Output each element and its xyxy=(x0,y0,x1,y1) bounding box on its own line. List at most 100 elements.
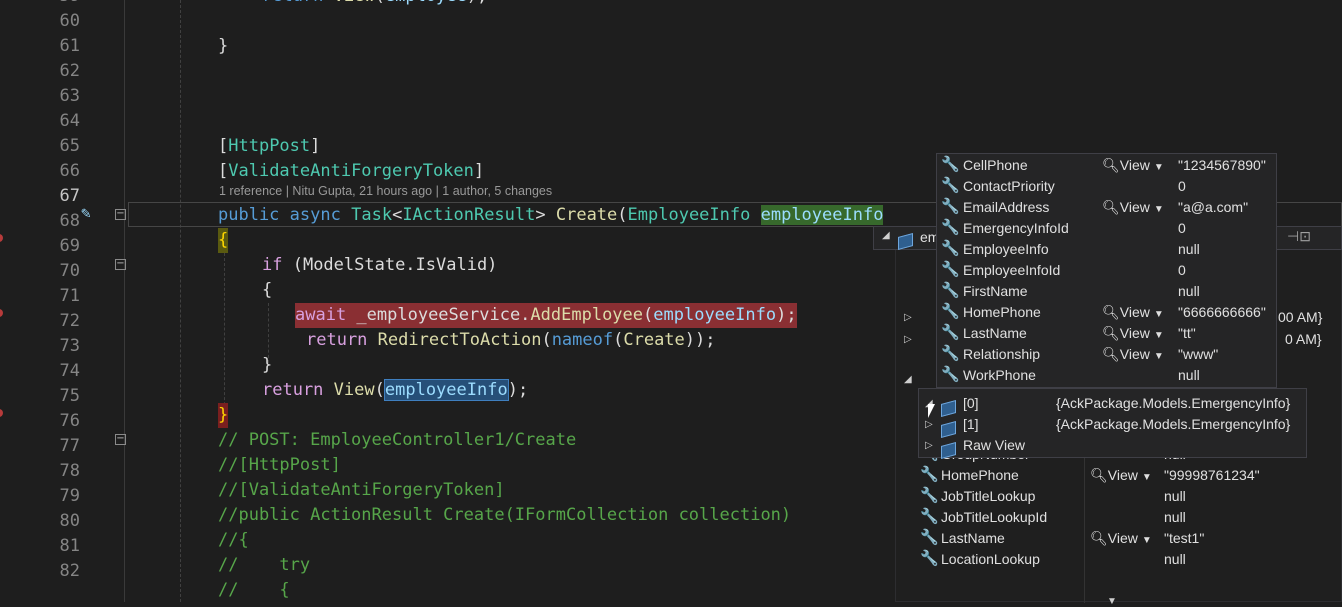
datatip-row[interactable]: 🔧 JobTitleLookup null xyxy=(896,486,1341,507)
datatip-row[interactable]: 🔧 CellPhone 🔍︎View ▼ "1234567890" xyxy=(937,155,1276,176)
datatip-row[interactable]: 🔧 JobTitleLookupId null xyxy=(896,507,1341,528)
property-name: WorkPhone xyxy=(963,367,1036,383)
edit-pencil-icon[interactable]: ✎ xyxy=(81,203,91,222)
line-number: 79 xyxy=(59,486,80,506)
code-line-65[interactable]: [HttpPost] xyxy=(218,134,320,159)
property-name: Relationship xyxy=(963,346,1041,362)
wrench-icon: 🔧 xyxy=(941,345,960,362)
view-visualizer[interactable]: 🔍︎View ▼ xyxy=(1102,344,1164,367)
property-name: JobTitleLookup xyxy=(941,488,1036,504)
code-line-68[interactable]: { xyxy=(218,228,229,253)
wrench-icon: 🔧 xyxy=(941,303,960,320)
expand-icon[interactable]: ▷ xyxy=(904,312,912,323)
property-name: LastName xyxy=(963,325,1027,341)
code-line-74[interactable]: return View(employeeInfo); xyxy=(262,378,528,403)
code-line-81[interactable]: // try xyxy=(218,553,310,578)
view-label: View xyxy=(1119,346,1150,362)
datatip-row[interactable]: 🔧 WorkPhone null xyxy=(937,365,1276,386)
code-line-70[interactable]: { xyxy=(262,278,272,303)
wrench-icon: 🔧 xyxy=(941,282,960,299)
datatip-row[interactable]: 🔧 LastName 🔍︎View ▼ "tt" xyxy=(937,323,1276,344)
datatip-row[interactable]: 🔧 EmployeeInfo null xyxy=(937,239,1276,260)
property-value: null xyxy=(1178,283,1200,299)
view-label: View xyxy=(1119,199,1150,215)
wrench-icon: 🔧 xyxy=(941,198,960,215)
property-name: FirstName xyxy=(963,283,1028,299)
datatip-row[interactable]: 🔧 EmailAddress 🔍︎View ▼ "a@a.com" xyxy=(937,197,1276,218)
expand-icon[interactable]: ▷ xyxy=(925,435,933,456)
property-name: ContactPriority xyxy=(963,178,1055,194)
datatip-row[interactable]: 🔧 ContactPriority 0 xyxy=(937,176,1276,197)
line-number: 70 xyxy=(59,261,80,281)
property-value: "6666666666" xyxy=(1178,304,1266,320)
datatip-row[interactable]: 🔧 EmergencyInfoId 0 xyxy=(937,218,1276,239)
line-number: 59 xyxy=(0,0,80,9)
line-number: 82 xyxy=(59,561,80,581)
datatip-row[interactable]: 🔧 Relationship 🔍︎View ▼ "www" xyxy=(937,344,1276,365)
line-number: 69 xyxy=(59,236,80,256)
property-name: CellPhone xyxy=(963,157,1028,173)
code-line-71[interactable]: await _employeeService.AddEmployee(emplo… xyxy=(295,303,797,328)
chevron-down-icon[interactable]: ▼ xyxy=(1154,162,1164,173)
property-value: 0 xyxy=(1178,262,1186,278)
view-visualizer[interactable]: 🔍︎View ▼ xyxy=(1102,155,1164,178)
pin-icon[interactable]: ⊣⊡ xyxy=(1287,228,1311,245)
view-visualizer[interactable]: 🔍︎View ▼ xyxy=(1102,302,1164,325)
parameter-employeeinfo[interactable]: employeeInfo xyxy=(760,205,884,225)
datatip-emergency-list[interactable]: ◢ [0] {AckPackage.Models.EmergencyInfo} ▷ [1… xyxy=(918,388,1307,459)
datatip-row[interactable]: 🔧 EmployeeInfoId 0 xyxy=(937,260,1276,281)
collapse-icon[interactable]: − xyxy=(115,434,126,445)
code-line-59[interactable]: return View(employee); xyxy=(262,0,487,9)
line-number: 76 xyxy=(59,411,80,431)
chevron-down-icon[interactable]: ▼ xyxy=(1154,204,1164,215)
line-number: 67 xyxy=(59,186,80,206)
collapse-icon[interactable]: − xyxy=(115,209,126,220)
magnifier-icon: 🔍︎ xyxy=(1102,304,1120,320)
code-line-69[interactable]: if (ModelState.IsValid) xyxy=(262,253,497,278)
code-line-61[interactable]: } xyxy=(218,34,228,59)
code-line-72[interactable]: return RedirectToAction(nameof(Create)); xyxy=(306,328,716,353)
code-line-67[interactable]: public async Task<IActionResult> Create(… xyxy=(218,203,884,228)
line-number: 65 xyxy=(59,136,80,156)
datatip-emergencyinfo[interactable]: 🔧 CellPhone 🔍︎View ▼ "1234567890" 🔧 ContactPri… xyxy=(936,153,1277,388)
datatip-row[interactable]: 🔧 FirstName null xyxy=(937,281,1276,302)
view-visualizer[interactable]: 🔍︎View ▼ xyxy=(1102,323,1164,346)
partial-value: 00 AM} xyxy=(1278,309,1323,325)
datatip-row[interactable]: 🔧 HomePhone 🔍︎View ▼ "99998761234" xyxy=(896,465,1341,486)
property-value: 0 xyxy=(1178,178,1186,194)
datatip-row[interactable]: ▷ Raw View xyxy=(919,435,1306,459)
view-visualizer[interactable]: 🔍︎View ▼ xyxy=(1090,465,1152,488)
property-value: null xyxy=(1164,488,1186,504)
code-line-79[interactable]: //public ActionResult Create(IFormCollec… xyxy=(218,503,791,528)
code-line-80[interactable]: //{ xyxy=(218,528,249,553)
code-line-73[interactable]: } xyxy=(262,353,272,378)
code-line-75[interactable]: } xyxy=(218,403,229,428)
code-line-76[interactable]: // POST: EmployeeController1/Create xyxy=(218,428,576,453)
chevron-down-icon[interactable]: ▼ xyxy=(1142,472,1152,483)
chevron-down-icon[interactable]: ▼ xyxy=(1142,535,1152,546)
property-value: "www" xyxy=(1178,346,1219,362)
chevron-down-icon[interactable]: ▼ xyxy=(1154,330,1164,341)
selected-employeeinfo[interactable]: employeeInfo xyxy=(383,379,509,401)
chevron-down-icon[interactable]: ▼ xyxy=(1154,351,1164,362)
expand-icon[interactable]: ▷ xyxy=(904,334,912,345)
magnifier-icon: 🔍︎ xyxy=(1102,199,1120,215)
code-line-66[interactable]: [ValidateAntiForgeryToken] xyxy=(218,159,484,184)
collapse-icon[interactable]: ◢ xyxy=(882,230,890,241)
datatip-row[interactable]: ◢ [0] {AckPackage.Models.EmergencyInfo} xyxy=(919,393,1306,417)
datatip-row[interactable]: 🔧 HomePhone 🔍︎View ▼ "6666666666" xyxy=(937,302,1276,323)
chevron-down-icon[interactable]: ▼ xyxy=(1154,309,1164,320)
code-line-78[interactable]: //[ValidateAntiForgeryToken] xyxy=(218,478,505,503)
code-line-77[interactable]: //[HttpPost] xyxy=(218,453,341,478)
property-value: "test1" xyxy=(1164,530,1205,546)
datatip-row[interactable]: ▷ [1] {AckPackage.Models.EmergencyInfo} xyxy=(919,414,1306,438)
view-visualizer[interactable]: 🔍︎View ▼ xyxy=(1102,197,1164,220)
code-line-82[interactable]: // { xyxy=(218,578,290,603)
collapse-icon[interactable]: − xyxy=(115,259,126,270)
datatip-row[interactable]: 🔧 LocationLookup null xyxy=(896,549,1341,570)
datatip-row[interactable]: 🔧 LastName 🔍︎View ▼ "test1" xyxy=(896,528,1341,549)
item-name: [0] xyxy=(963,395,979,411)
collapse-icon[interactable]: ◢ xyxy=(904,374,912,385)
view-visualizer[interactable]: 🔍︎View ▼ xyxy=(1090,528,1152,551)
codelens-info[interactable]: 1 reference | Nitu Gupta, 21 hours ago |… xyxy=(219,184,552,198)
